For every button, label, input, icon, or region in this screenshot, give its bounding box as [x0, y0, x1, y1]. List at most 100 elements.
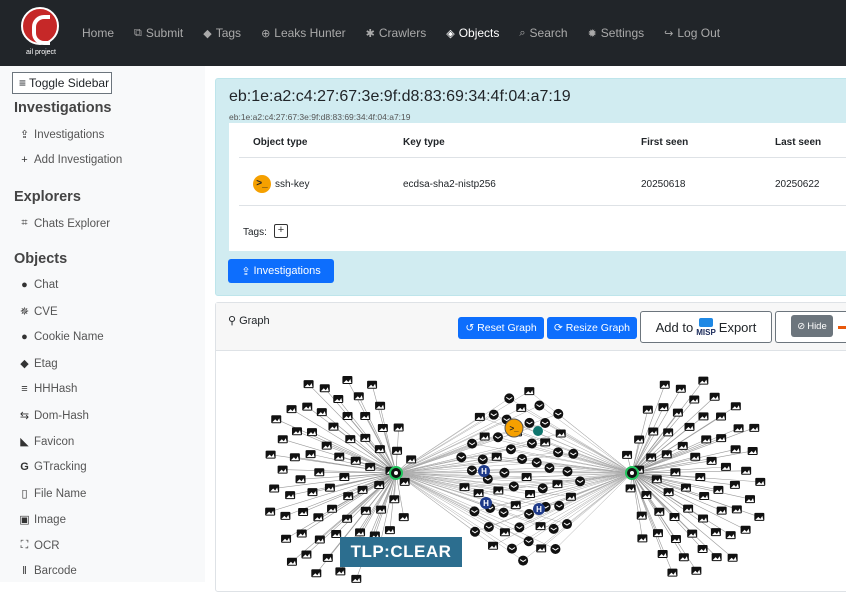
message-node-icon: [484, 522, 494, 532]
sidebar: ≡Toggle Sidebar Investigations ⇪Investig…: [0, 66, 205, 582]
ssh-key-node-label: >_: [509, 424, 519, 433]
related-node-icon: [533, 426, 543, 436]
cog-icon: ✹: [588, 27, 597, 40]
hide-button[interactable]: ⊘Hide: [791, 315, 833, 337]
sidebar-item-chats-explorer[interactable]: ⌗Chats Explorer: [18, 217, 110, 230]
sidebar-item-investigations[interactable]: ⇪Investigations: [18, 128, 104, 141]
cell-first-seen: 20250618: [641, 179, 686, 190]
comments-icon: ⌗: [18, 217, 31, 230]
nav-logout[interactable]: ↪Log Out: [664, 26, 720, 40]
correlation-graph[interactable]: HHH>_: [216, 351, 846, 593]
search-icon: ⌕: [519, 27, 525, 40]
message-node-icon: [467, 465, 477, 475]
barcode-icon: ‖: [18, 565, 31, 577]
sidebar-item-gtracking[interactable]: GGTracking: [18, 461, 87, 473]
hub-node-eye: [394, 471, 398, 475]
bug-icon: ✵: [18, 305, 31, 318]
message-node-icon: [575, 476, 585, 486]
message-node-icon: [507, 544, 517, 554]
graph-edge: [529, 391, 632, 473]
resize-graph-button[interactable]: ⟳Resize Graph: [547, 317, 637, 339]
sidebar-item-file-name[interactable]: ▯File Name: [18, 487, 86, 500]
message-node-icon: [540, 418, 550, 428]
message-node-icon: [554, 501, 564, 511]
sidebar-item-barcode[interactable]: ‖Barcode: [18, 565, 77, 577]
message-node-icon: [562, 466, 572, 476]
message-node-icon: [553, 409, 563, 419]
hash-node-label: H: [536, 505, 542, 514]
col-key-type: Key type: [403, 137, 445, 148]
sidebar-item-cookie-name[interactable]: ●Cookie Name: [18, 331, 104, 343]
toggle-sidebar-button[interactable]: ≡Toggle Sidebar: [12, 72, 112, 94]
object-title: eb:1e:a2:c4:27:67:3e:9f:d8:83:69:34:4f:0…: [229, 88, 571, 106]
cell-last-seen: 20250622: [775, 179, 820, 190]
terminal-icon: >_: [253, 175, 271, 193]
message-node-icon: [524, 418, 534, 428]
tag-icon: ◆: [18, 357, 31, 370]
sidebar-item-image[interactable]: ▣Image: [18, 513, 66, 526]
message-node-icon: [527, 438, 537, 448]
reset-graph-button[interactable]: ↺Reset Graph: [458, 317, 544, 339]
sidebar-item-favicon[interactable]: ◣Favicon: [18, 435, 74, 448]
message-node-icon: [553, 447, 563, 457]
plus-icon: +: [18, 154, 31, 166]
sidebar-item-add-investigation[interactable]: +Add Investigation: [18, 154, 122, 166]
sidebar-item-dom-hash[interactable]: ⇆Dom-Hash: [18, 409, 89, 422]
nav-submit[interactable]: ⧉Submit: [134, 26, 183, 40]
graph-edge: [632, 473, 746, 530]
message-node-icon: [524, 536, 534, 546]
bookmark-icon: ◣: [18, 435, 31, 448]
message-node-icon: [514, 522, 524, 532]
nav-home[interactable]: Home: [82, 26, 114, 40]
nav-search[interactable]: ⌕Search: [519, 26, 567, 40]
message-node-icon: [489, 410, 499, 420]
sidebar-item-chat[interactable]: ●Chat: [18, 279, 58, 291]
cookie-icon: ●: [18, 331, 31, 343]
upload-icon: ⇪: [241, 265, 250, 278]
message-node-icon: [499, 508, 509, 518]
message-node-icon: [493, 432, 503, 442]
spider-icon: ✱: [366, 27, 375, 40]
message-node-icon: [532, 458, 542, 468]
nav-settings[interactable]: ✹Settings: [588, 26, 645, 40]
misp-logo-icon: MISP: [696, 318, 716, 337]
nav-crawlers[interactable]: ✱Crawlers: [366, 26, 427, 40]
ail-logo[interactable]: ail project: [16, 5, 66, 61]
graph-card: ⚲Graph ↺Reset Graph ⟳Resize Graph Add to…: [215, 302, 846, 592]
nav-objects[interactable]: ◈Objects: [446, 26, 499, 40]
cube-icon: ◈: [446, 27, 454, 40]
message-node-icon: [568, 449, 578, 459]
project-diagram-icon: ⚲: [228, 314, 236, 327]
map-signs-icon: ⇆: [18, 409, 31, 422]
nav-leaks-hunter[interactable]: ⊕Leaks Hunter: [261, 26, 346, 40]
external-link-icon: ⧉: [134, 27, 142, 40]
message-node-icon: [550, 544, 560, 554]
nav-tags[interactable]: ◆Tags: [203, 26, 241, 40]
message-node-icon: [549, 524, 559, 534]
sign-out-icon: ↪: [664, 27, 673, 40]
message-node-icon: [509, 481, 519, 491]
sidebar-item-etag[interactable]: ◆Etag: [18, 357, 58, 370]
color-line-indicator: [838, 326, 846, 329]
investigations-button[interactable]: ⇪Investigations: [228, 259, 334, 283]
message-node-icon: [562, 519, 572, 529]
hash-node-label: H: [481, 467, 487, 476]
graph-edge: [529, 423, 632, 473]
graph-title: ⚲Graph: [228, 314, 270, 327]
cell-object-type: ssh-key: [275, 179, 309, 190]
comments-icon: ●: [18, 279, 31, 291]
sync-icon: ⟳: [554, 322, 563, 334]
sidebar-item-cve[interactable]: ✵CVE: [18, 305, 58, 318]
graph-card-header: ⚲Graph ↺Reset Graph ⟳Resize Graph Add to…: [216, 303, 846, 351]
crosshair-icon: ⊕: [261, 27, 270, 40]
add-to-misp-export-button[interactable]: Add to MISP Export: [640, 311, 772, 343]
upload-icon: ⇪: [18, 128, 31, 141]
add-tag-button[interactable]: +: [274, 224, 288, 238]
tags-label: Tags:: [243, 227, 267, 238]
image-icon: ▣: [18, 513, 31, 526]
sidebar-item-ocr[interactable]: ⛶OCR: [18, 539, 60, 552]
message-node-icon: [518, 556, 528, 566]
main-content: eb:1e:a2:c4:27:67:3e:9f:d8:83:69:34:4f:0…: [205, 66, 846, 582]
sidebar-item-hhhash[interactable]: ≡HHHash: [18, 383, 77, 395]
sidebar-heading-investigations: Investigations: [14, 100, 112, 116]
